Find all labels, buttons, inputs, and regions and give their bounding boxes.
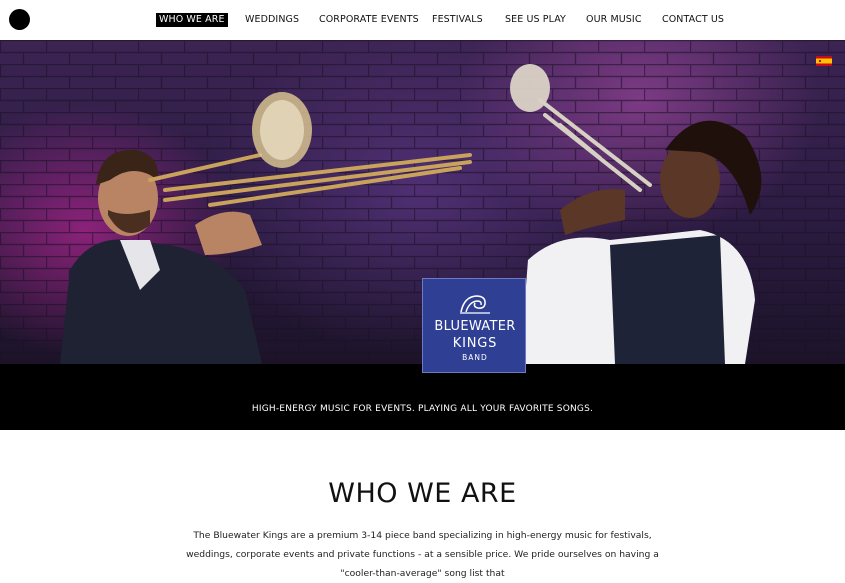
spain-flag-icon[interactable] <box>816 56 832 66</box>
nav-item-corporate-events[interactable]: CORPORATE EVENTS <box>319 13 419 27</box>
nav-item-weddings[interactable]: WEDDINGS <box>245 13 299 27</box>
bluewater-kings-logo[interactable]: BLUEWATER KINGS BAND <box>422 278 526 373</box>
logo-line-1: BLUEWATER <box>434 319 516 334</box>
wave-icon <box>460 295 490 314</box>
tagline-band: HIGH-ENERGY MUSIC FOR EVENTS. PLAYING AL… <box>0 364 845 430</box>
logo-line-3: BAND <box>462 353 488 362</box>
nav-item-festivals[interactable]: FESTIVALS <box>432 13 483 27</box>
section-paragraph: The Bluewater Kings are a premium 3-14 p… <box>186 530 659 580</box>
logo-line-2: KINGS <box>452 336 498 351</box>
top-navigation-bar: WHO WE ARE WEDDINGS CORPORATE EVENTS FES… <box>0 0 845 40</box>
main-nav: WHO WE ARE WEDDINGS CORPORATE EVENTS FES… <box>0 13 845 27</box>
nav-item-contact-us[interactable]: CONTACT US <box>662 13 724 27</box>
nav-item-our-music[interactable]: OUR MUSIC <box>586 13 642 27</box>
nav-item-see-us-play[interactable]: SEE US PLAY <box>505 13 566 27</box>
section-title: WHO WE ARE <box>328 478 517 510</box>
nav-item-who-we-are[interactable]: WHO WE ARE <box>156 13 228 27</box>
tagline-text: HIGH-ENERGY MUSIC FOR EVENTS. PLAYING AL… <box>251 404 594 414</box>
